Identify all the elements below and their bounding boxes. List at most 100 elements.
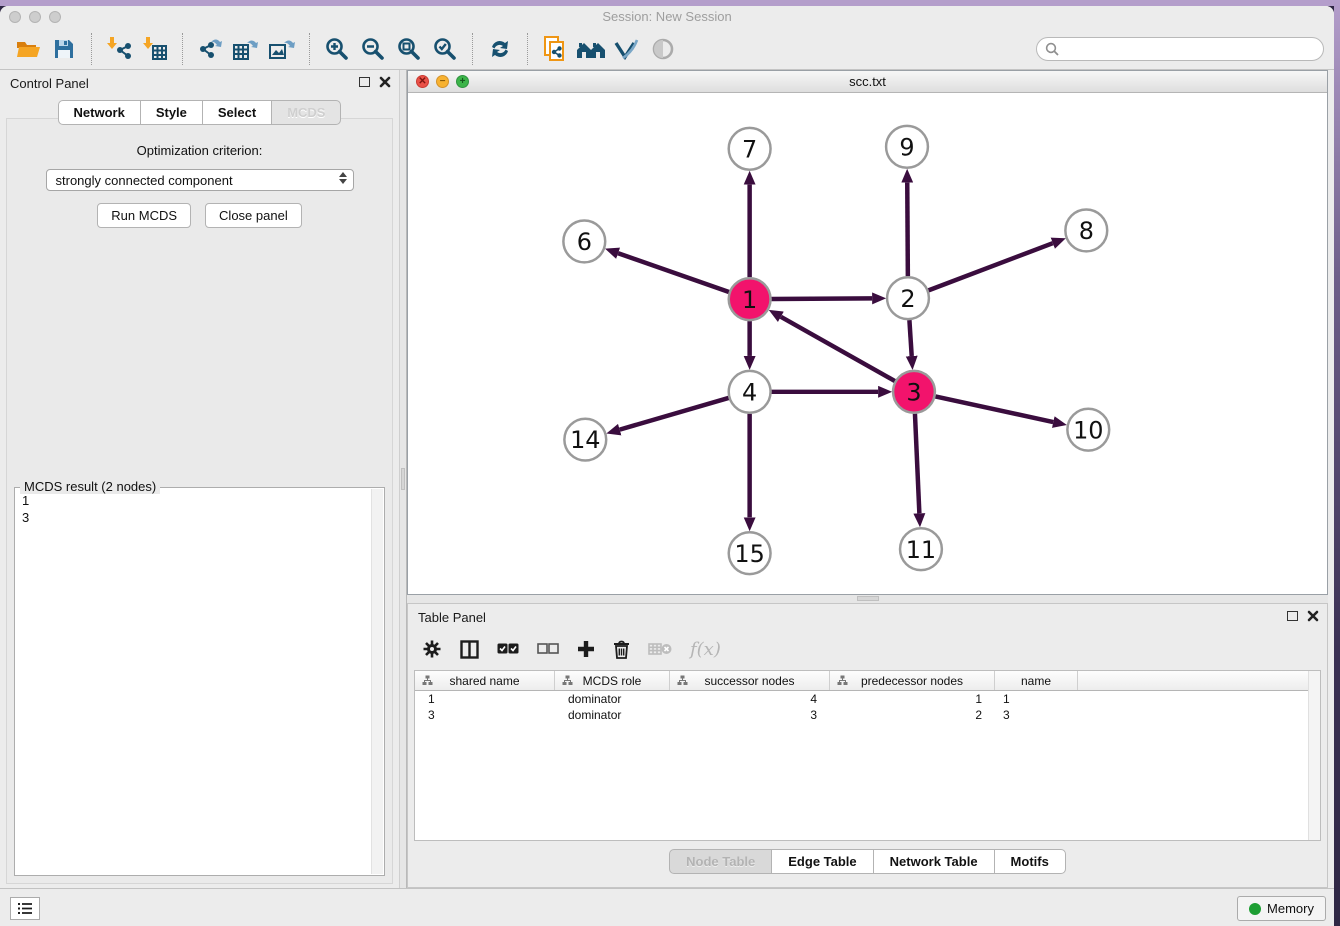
search-box[interactable] (1036, 37, 1324, 61)
import-table-icon[interactable] (137, 32, 173, 66)
graph-node-4[interactable]: 4 (729, 371, 771, 413)
delete-row-icon[interactable] (613, 640, 630, 659)
task-history-button[interactable] (10, 897, 40, 920)
import-network-icon[interactable] (101, 32, 137, 66)
graph-node-14[interactable]: 14 (564, 419, 606, 461)
tab-motifs[interactable]: Motifs (994, 849, 1066, 874)
hide-selected-icon[interactable] (609, 32, 645, 66)
mcds-result-scrollbar[interactable] (371, 489, 383, 874)
graph-node-1[interactable]: 1 (729, 278, 771, 320)
column-type-icon (677, 675, 688, 686)
first-neighbors-icon[interactable] (573, 32, 609, 66)
network-minimize-icon[interactable]: − (436, 75, 449, 88)
open-session-icon[interactable] (10, 32, 46, 66)
select-all-icon[interactable] (497, 643, 519, 655)
column-header-successor-nodes[interactable]: successor nodes (670, 671, 830, 690)
graph-edge-1-2[interactable] (772, 298, 873, 299)
table-toolbar: f(x) (408, 630, 1327, 668)
network-graph[interactable]: 7 9 6 8 1 2 4 3 14 10 15 11 (408, 93, 1327, 594)
export-network-icon[interactable] (192, 32, 228, 66)
tab-select[interactable]: Select (202, 100, 272, 125)
tab-network[interactable]: Network (58, 100, 141, 125)
graph-edge-2-8[interactable] (928, 243, 1052, 290)
save-session-icon[interactable] (46, 32, 82, 66)
add-row-icon[interactable] (577, 640, 595, 658)
tab-edge-table[interactable]: Edge Table (771, 849, 873, 874)
table-row[interactable]: 1dominator411 (415, 691, 1320, 707)
network-close-icon[interactable]: ✕ (416, 75, 429, 88)
table-cell[interactable]: dominator (555, 707, 670, 723)
float-panel-icon[interactable] (359, 77, 370, 87)
table-cell[interactable]: 2 (830, 707, 995, 723)
graph-node-8[interactable]: 8 (1065, 210, 1107, 252)
minimize-window-icon[interactable] (29, 11, 41, 23)
mcds-result-item[interactable]: 3 (22, 509, 364, 526)
zoom-out-icon[interactable] (355, 32, 391, 66)
tab-network-table[interactable]: Network Table (873, 849, 995, 874)
horizontal-splitter[interactable] (407, 595, 1328, 603)
apply-layout-icon[interactable] (482, 32, 518, 66)
graph-node-7[interactable]: 7 (729, 128, 771, 170)
table-settings-icon[interactable] (422, 639, 442, 659)
close-panel-icon[interactable] (1307, 610, 1319, 622)
column-header-shared-name[interactable]: shared name (415, 671, 555, 690)
table-cell[interactable]: 4 (670, 691, 830, 707)
search-input[interactable] (1063, 41, 1315, 56)
duplicate-network-icon[interactable] (537, 32, 573, 66)
graph-edge-3-1[interactable] (781, 317, 895, 381)
graph-node-11[interactable]: 11 (900, 528, 942, 570)
tab-node-table[interactable]: Node Table (669, 849, 772, 874)
graph-edge-2-3[interactable] (909, 320, 911, 356)
close-panel-button[interactable]: Close panel (205, 203, 302, 228)
tab-mcds[interactable]: MCDS (271, 100, 341, 125)
graph-node-15[interactable]: 15 (729, 532, 771, 574)
float-panel-icon[interactable] (1287, 611, 1298, 621)
optimization-criterion-select[interactable]: strongly connected component (46, 169, 354, 191)
table-cell[interactable]: dominator (555, 691, 670, 707)
mcds-result-list[interactable]: 13 (16, 489, 370, 874)
table-cell[interactable]: 1 (995, 691, 1078, 707)
tab-style[interactable]: Style (140, 100, 203, 125)
column-header-predecessor-nodes[interactable]: predecessor nodes (830, 671, 995, 690)
graph-node-3[interactable]: 3 (893, 371, 935, 413)
memory-button[interactable]: Memory (1237, 896, 1326, 921)
network-window-titlebar[interactable]: ✕ − + scc.txt (408, 71, 1327, 93)
close-window-icon[interactable] (9, 11, 21, 23)
mcds-result-item[interactable]: 1 (22, 492, 364, 509)
splitter-handle[interactable] (857, 596, 879, 601)
network-canvas[interactable]: 7 9 6 8 1 2 4 3 14 10 15 11 (408, 93, 1327, 594)
graph-edge-2-9[interactable] (907, 183, 908, 277)
show-column-icon[interactable] (460, 640, 479, 659)
zoom-in-icon[interactable] (319, 32, 355, 66)
column-header-name[interactable]: name (995, 671, 1078, 690)
zoom-selected-icon[interactable] (427, 32, 463, 66)
network-maximize-icon[interactable]: + (456, 75, 469, 88)
node-table[interactable]: shared name MCDS role successor nodes (414, 670, 1321, 841)
graph-node-9[interactable]: 9 (886, 126, 928, 168)
graph-edge-1-6[interactable] (618, 253, 729, 292)
vertical-splitter[interactable] (399, 70, 407, 888)
table-cell[interactable]: 1 (830, 691, 995, 707)
table-cell[interactable]: 1 (415, 691, 555, 707)
table-cell[interactable]: 3 (415, 707, 555, 723)
graph-edge-4-14[interactable] (620, 398, 729, 430)
graph-node-2[interactable]: 2 (887, 277, 929, 319)
svg-text:10: 10 (1073, 416, 1103, 444)
graph-node-10[interactable]: 10 (1067, 409, 1109, 451)
deselect-all-icon[interactable] (537, 643, 559, 655)
close-panel-icon[interactable] (379, 76, 391, 88)
graph-edge-3-10[interactable] (935, 396, 1053, 422)
zoom-fit-icon[interactable] (391, 32, 427, 66)
export-table-icon[interactable] (228, 32, 264, 66)
column-header-mcds-role[interactable]: MCDS role (555, 671, 670, 690)
splitter-handle[interactable] (401, 468, 405, 490)
run-mcds-button[interactable]: Run MCDS (97, 203, 191, 228)
maximize-window-icon[interactable] (49, 11, 61, 23)
table-scrollbar[interactable] (1308, 671, 1320, 840)
table-cell[interactable]: 3 (995, 707, 1078, 723)
table-cell[interactable]: 3 (670, 707, 830, 723)
table-row[interactable]: 3dominator323 (415, 707, 1320, 723)
export-image-icon[interactable] (264, 32, 300, 66)
graph-node-6[interactable]: 6 (563, 220, 605, 262)
graph-edge-3-11[interactable] (915, 414, 919, 514)
